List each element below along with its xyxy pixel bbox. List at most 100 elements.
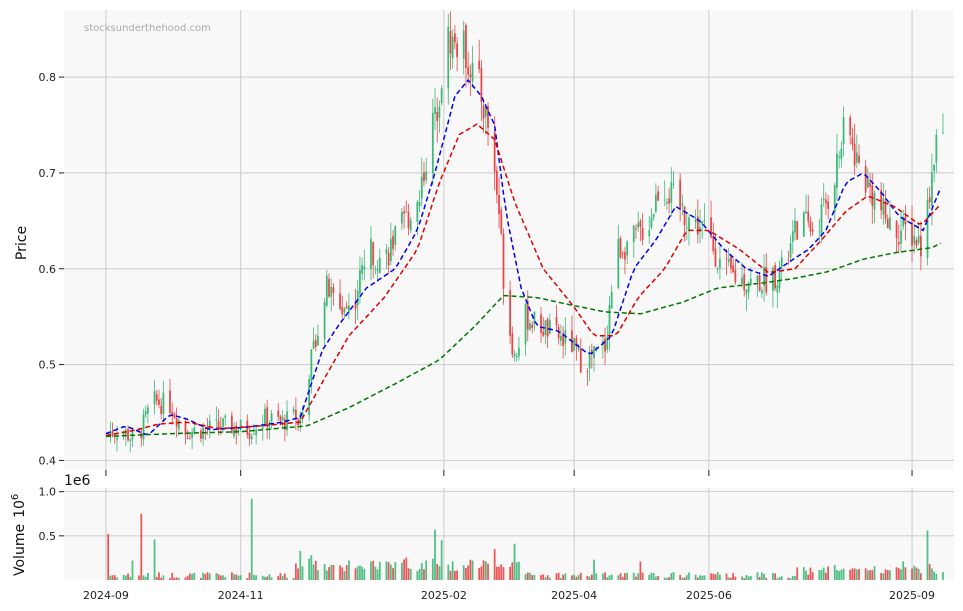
volume-bar [577,575,580,580]
volume-bar [772,572,774,580]
volume-bar [822,567,825,580]
volume-bar [224,577,227,580]
volume-bar [760,572,763,580]
candle-body [389,238,392,262]
candle-body [635,228,637,230]
volume-bar [171,572,174,580]
x-tick-label: 2025-06 [686,589,732,602]
candle-body [111,430,114,437]
candle-body [116,437,118,440]
volume-bar [500,564,503,580]
candle-body [632,225,635,243]
candle-body [230,415,233,434]
candle-body [774,265,776,289]
candle-body [500,209,503,234]
volume-bar [699,575,701,580]
volume-bar [387,562,390,580]
volume-bar [745,575,748,580]
volume-bar [116,577,118,580]
volume-bar [255,575,258,580]
volume-bar [696,577,699,580]
candle-body [928,197,931,203]
candle-body [173,414,176,419]
volume-bar [465,568,467,580]
price-y-tick-label: 0.7 [39,167,57,180]
volume-axis-label: Volume 106 [10,494,28,576]
volume-bar [250,498,253,580]
volume-bar [802,567,805,580]
volume-bar [663,577,666,580]
volume-bar [641,572,644,580]
candle-body [776,285,779,293]
candle-body [915,240,918,246]
candle-body [405,211,408,213]
volume-bar [325,570,328,580]
volume-bar [356,566,359,580]
candle-body [498,194,500,215]
volume-bar [107,534,110,580]
volume-bar [425,560,428,580]
volume-bar [261,575,264,580]
volume-bar [542,574,545,580]
volume-bar [292,577,295,580]
volume-bar [639,561,642,580]
candle-body [743,274,746,291]
candle-body [641,227,644,241]
volume-bar [756,572,759,580]
volume-bar [449,570,452,580]
candle-body [681,203,684,206]
candle-body [250,436,253,440]
volume-bar [855,569,858,580]
candle-body [789,243,792,258]
volume-bar [246,578,249,580]
volume-bar [253,574,255,580]
volume-bar [173,577,176,580]
candle-body [465,25,467,68]
candle-body [791,231,794,242]
volume-bar [204,574,207,580]
volume-bar [931,568,933,580]
volume-bar [827,566,830,580]
volume-bar [219,575,222,580]
volume-bar [727,577,730,580]
volume-bar [531,575,534,580]
volume-bar [431,558,434,580]
volume-bar [374,566,377,580]
candle-body [703,219,706,221]
volume-bar [186,575,189,580]
volume-bar [763,573,765,580]
candle-body [809,221,812,232]
candle-body [933,164,936,171]
candle-body [511,333,514,355]
volume-bar [851,568,854,580]
volume-bar [681,577,684,580]
volume-bar [526,572,529,580]
candle-body [160,405,163,414]
candle-body [802,212,805,237]
volume-bar [372,560,375,580]
volume-bar [456,570,458,580]
candle-body [820,204,823,235]
volume-bar [654,576,657,580]
candle-body [153,391,156,405]
volume-bar [749,576,752,580]
candle-body [261,425,264,429]
volume-bar [495,566,498,580]
volume-bar [286,577,288,580]
volume-bar [339,565,341,580]
volume-bar [714,574,717,580]
volume-bar [454,570,456,580]
candle-body [624,252,626,260]
volume-bar [571,575,573,580]
x-tick-label: 2025-02 [421,589,467,602]
candle-body [913,235,916,244]
volume-bar [818,570,821,580]
candle-body [343,308,346,313]
volume-bar [789,578,792,580]
volume-bar [716,572,719,580]
candle-body [836,153,838,189]
volume-bar [222,575,224,580]
volume-bar [886,570,889,580]
candle-body [378,257,381,274]
volume-bar [849,569,852,580]
